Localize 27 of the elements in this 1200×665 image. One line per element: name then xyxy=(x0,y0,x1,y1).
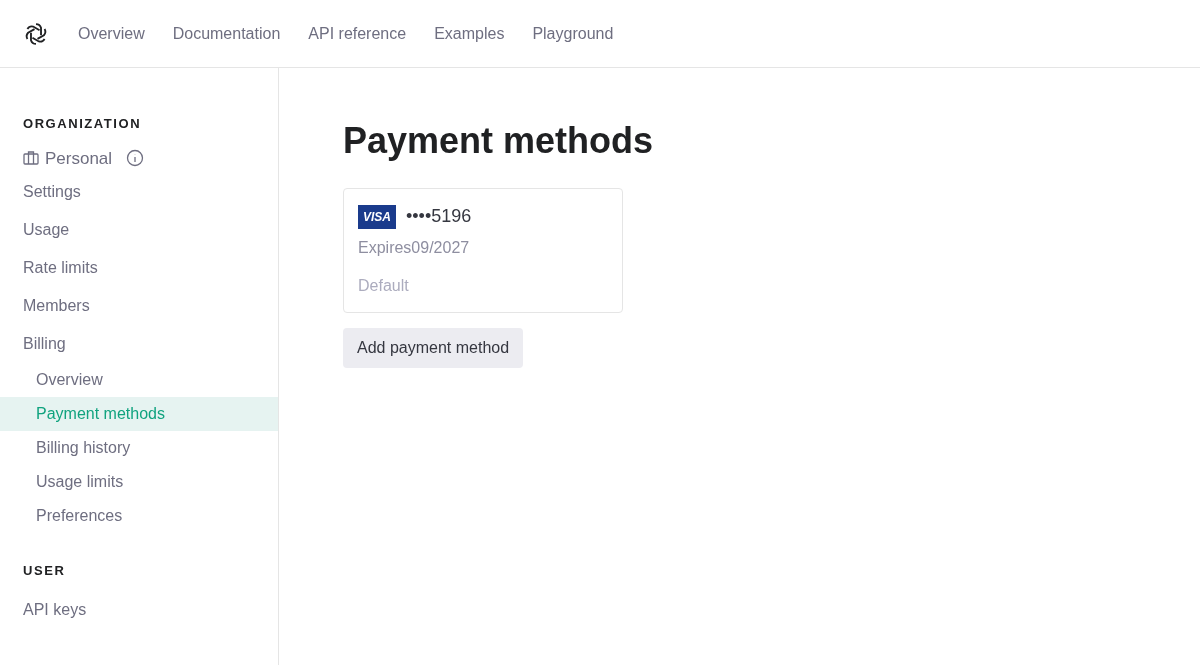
section-heading: USER xyxy=(22,562,67,580)
visa-logo: VISA xyxy=(358,204,396,229)
nav-link[interactable]: Examples xyxy=(434,21,505,46)
nav-link[interactable]: Playground xyxy=(532,21,614,46)
sidebar-item[interactable]: Usage limits xyxy=(0,465,278,499)
card-expiry: Expires09/2027 xyxy=(358,238,471,258)
page-title: Payment methods xyxy=(343,119,654,163)
card-number: ••••5196 xyxy=(406,205,472,228)
sidebar-item[interactable]: Payment methods xyxy=(0,397,278,431)
sidebar-item[interactable]: Billing xyxy=(0,325,278,363)
sidebar-item[interactable]: API keys xyxy=(0,590,278,629)
sidebar-item[interactable]: Settings xyxy=(0,173,278,211)
sidebar-item[interactable]: Rate limits xyxy=(0,249,278,287)
organization-name[interactable]: Personal xyxy=(45,145,113,171)
sidebar-item[interactable]: Usage xyxy=(0,211,278,249)
info-icon[interactable] xyxy=(126,149,145,168)
nav-link[interactable]: Documentation xyxy=(172,21,281,46)
sidebar-item[interactable]: Billing history xyxy=(0,431,278,465)
sidebar-item[interactable]: Preferences xyxy=(0,499,278,533)
default-label: Default xyxy=(358,276,410,296)
briefcase-icon xyxy=(23,151,39,166)
add-payment-method-button[interactable]: Add payment method xyxy=(343,328,524,368)
nav-link[interactable]: Overview xyxy=(78,21,145,46)
sidebar-item[interactable]: Overview xyxy=(0,363,278,397)
nav-link[interactable]: API reference xyxy=(308,21,407,46)
section-heading: ORGANIZATION xyxy=(22,115,143,133)
sidebar-item[interactable]: Members xyxy=(0,287,278,325)
